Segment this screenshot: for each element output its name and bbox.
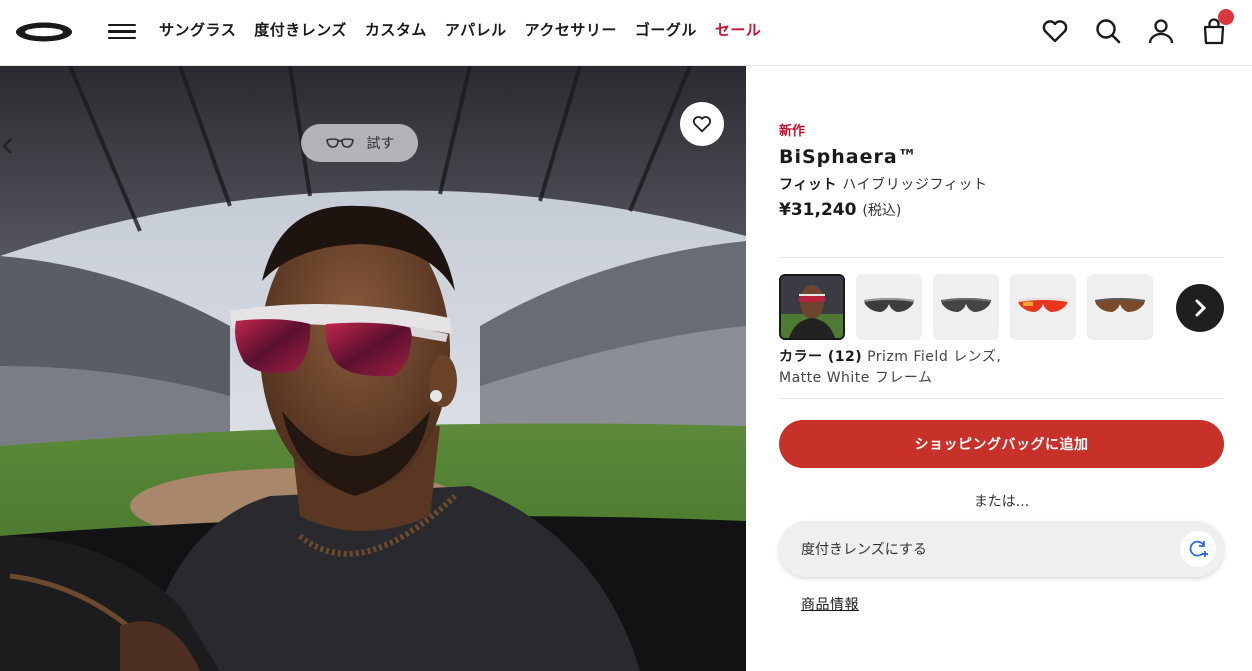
chevron-right-icon bbox=[1195, 299, 1207, 317]
main-nav: サングラス 度付きレンズ カスタム アパレル アクセサリー ゴーグル セール bbox=[159, 19, 779, 40]
nav-accessories[interactable]: アクセサリー bbox=[525, 19, 617, 40]
cart-notification-dot bbox=[1218, 9, 1234, 25]
swatch-thumbnail bbox=[864, 298, 914, 312]
price-value: ¥31,240 bbox=[779, 200, 857, 220]
heart-icon[interactable] bbox=[1040, 16, 1070, 46]
glasses-icon bbox=[325, 138, 354, 148]
site-header: サングラス 度付きレンズ カスタム アパレル アクセサリー ゴーグル セール bbox=[0, 0, 1252, 66]
oakley-logo[interactable] bbox=[14, 21, 74, 43]
tax-label: (税込) bbox=[862, 203, 902, 219]
fit-label: フィット bbox=[779, 177, 838, 193]
nav-apparel[interactable]: アパレル bbox=[445, 19, 507, 40]
divider bbox=[779, 257, 1224, 258]
color-swatch[interactable] bbox=[779, 274, 845, 340]
swatch-thumbnail bbox=[1095, 298, 1145, 312]
try-on-label: 試す bbox=[366, 136, 395, 152]
color-value-lens: Prizm Field レンズ, bbox=[867, 349, 1002, 365]
fit-info: フィット ハイブリッジフィット bbox=[779, 174, 988, 194]
color-swatch[interactable] bbox=[856, 274, 922, 340]
chevron-left-icon bbox=[2, 138, 12, 154]
next-swatches-button[interactable] bbox=[1176, 284, 1224, 332]
color-value-frame: Matte White フレーム bbox=[779, 370, 933, 386]
nav-custom[interactable]: カスタム bbox=[365, 19, 427, 40]
color-swatches bbox=[779, 274, 1153, 340]
account-icon[interactable] bbox=[1146, 16, 1176, 46]
price: ¥31,240 (税込) bbox=[779, 200, 901, 220]
product-hero-image[interactable]: 試す bbox=[0, 66, 746, 671]
virtual-try-on-button[interactable]: 試す bbox=[301, 124, 418, 162]
product-info-link[interactable]: 商品情報 bbox=[801, 594, 859, 614]
search-icon[interactable] bbox=[1093, 16, 1123, 46]
color-swatch[interactable] bbox=[1010, 274, 1076, 340]
color-info: カラー (12) Prizm Field レンズ, Matte White フレ… bbox=[779, 347, 1001, 389]
refresh-plus-icon bbox=[1189, 540, 1208, 557]
nav-prescription[interactable]: 度付きレンズ bbox=[254, 19, 347, 40]
color-swatch[interactable] bbox=[933, 274, 999, 340]
color-swatch[interactable] bbox=[1087, 274, 1153, 340]
menu-icon[interactable] bbox=[108, 20, 136, 42]
prescription-icon bbox=[1180, 531, 1216, 567]
nav-sale[interactable]: セール bbox=[715, 19, 762, 40]
heart-icon bbox=[693, 116, 711, 133]
or-separator: または... bbox=[973, 494, 1030, 510]
add-to-bag-button[interactable]: ショッピングバッグに追加 bbox=[779, 420, 1224, 468]
nav-goggles[interactable]: ゴーグル bbox=[635, 19, 697, 40]
nav-sunglasses[interactable]: サングラス bbox=[159, 19, 236, 40]
color-label: カラー (12) bbox=[779, 349, 863, 365]
divider bbox=[779, 398, 1224, 399]
swatch-thumbnail bbox=[781, 276, 843, 338]
swatch-thumbnail bbox=[941, 298, 991, 312]
prescription-lens-option[interactable]: 度付きレンズにする bbox=[779, 521, 1224, 577]
add-to-wishlist-button[interactable] bbox=[680, 102, 724, 146]
swatch-thumbnail bbox=[1018, 298, 1068, 312]
product-name: BiSphaera™ bbox=[779, 146, 918, 168]
previous-image-arrow[interactable] bbox=[0, 136, 16, 156]
prescription-option-label: 度付きレンズにする bbox=[801, 542, 927, 558]
new-badge: 新作 bbox=[779, 124, 806, 139]
fit-value: ハイブリッジフィット bbox=[842, 177, 988, 193]
